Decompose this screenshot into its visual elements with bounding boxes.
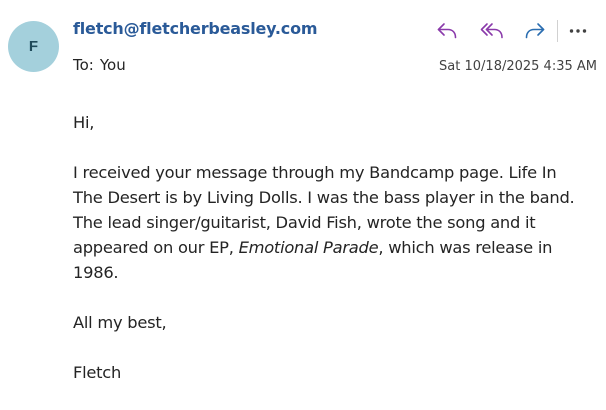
message-actions [432, 16, 589, 46]
body-line: appeared on our EP, Emotional Parade, wh… [73, 235, 598, 260]
more-actions-button[interactable] [567, 16, 589, 46]
body-line: The Desert is by Living Dolls. I was the… [73, 188, 575, 207]
recipient-value[interactable]: You [100, 56, 126, 74]
ep-title: Emotional Parade [238, 238, 379, 257]
more-icon [569, 29, 587, 33]
message-closing: All my best, [73, 313, 167, 332]
body-line: The lead singer/guitarist, David Fish, w… [73, 213, 536, 232]
to-label: To: [73, 56, 94, 74]
recipient-row: To: You [73, 56, 126, 74]
message-body: Hi, I received your message through my B… [73, 110, 598, 410]
message-signature: Fletch [73, 363, 122, 382]
reply-icon [437, 23, 457, 39]
sender-email[interactable]: fletch@fletcherbeasley.com [73, 19, 318, 38]
message-greeting: Hi, [73, 113, 95, 132]
reply-all-icon [480, 23, 503, 39]
body-text: appeared on our EP, [73, 238, 239, 257]
body-text: , which was release in [378, 238, 553, 257]
actions-divider [557, 20, 558, 42]
body-line: I received your message through my Bandc… [73, 163, 557, 182]
body-line: 1986. [73, 263, 119, 282]
reply-all-button[interactable] [477, 16, 507, 46]
reply-button[interactable] [432, 16, 462, 46]
forward-icon [525, 23, 545, 39]
forward-button[interactable] [520, 16, 550, 46]
sender-avatar[interactable]: F [8, 21, 59, 72]
message-paragraph: I received your message through my Bandc… [73, 160, 598, 285]
message-timestamp: Sat 10/18/2025 4:35 AM [439, 59, 597, 74]
